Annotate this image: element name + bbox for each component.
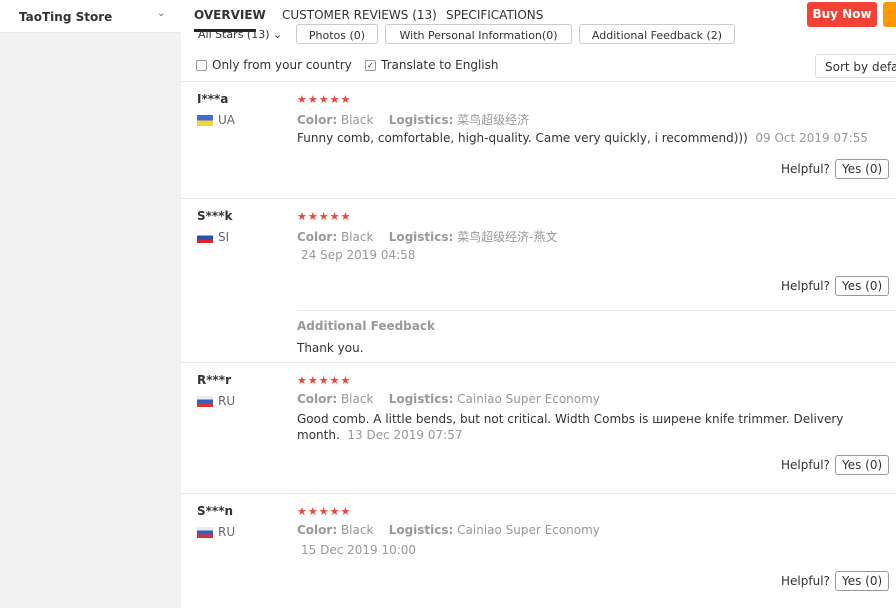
divider [181, 198, 896, 199]
helpful-yes-button[interactable]: Yes (0) [835, 276, 890, 296]
review-date: 24 Sep 2019 04:58 [301, 248, 416, 262]
only-country-checkbox[interactable] [196, 59, 207, 71]
review-date: 09 Oct 2019 07:55 [755, 131, 868, 145]
add-to-cart-button[interactable] [883, 2, 896, 27]
left-sidebar [0, 33, 181, 608]
divider [181, 81, 896, 82]
helpful-label: Helpful? [781, 162, 830, 176]
reviewer-name: S***n [197, 504, 234, 518]
translate-checkbox[interactable]: ✓ [365, 59, 376, 71]
review-meta: Color: Black Logistics: Cainiao Super Ec… [297, 392, 600, 406]
star-rating: ★★★★★ [297, 505, 352, 518]
logistics-value: Cainiao Super Economy [457, 523, 600, 537]
review-body: Funny comb, comfortable, high-quality. C… [297, 131, 748, 145]
all-stars-label: All Stars (13) [198, 28, 270, 41]
logistics-label: Logistics: [388, 523, 454, 537]
flag-icon [197, 395, 213, 407]
review-date: 13 Dec 2019 07:57 [347, 428, 463, 442]
color-value: Black [340, 230, 374, 244]
buy-now-button[interactable]: Buy Now [807, 2, 877, 27]
logistics-value: Cainiao Super Economy [457, 392, 600, 406]
additional-feedback-label: Additional Feedback [297, 319, 435, 333]
store-name: TaoTing Store [19, 10, 113, 24]
helpful-label: Helpful? [781, 458, 830, 472]
reviewer-country: SI [197, 230, 229, 244]
logistics-label: Logistics: [388, 230, 454, 244]
reviewer-country: UA [197, 113, 235, 127]
review-meta: Color: Black Logistics: Cainiao Super Ec… [297, 523, 600, 537]
color-value: Black [340, 523, 374, 537]
color-label: Color: [297, 523, 338, 537]
all-stars-filter[interactable]: All Stars (13) ⌄ [198, 28, 282, 41]
review-text: Good comb. A little bends, but not criti… [297, 411, 877, 443]
tab-overview[interactable]: OVERVIEW [194, 8, 266, 22]
flag-icon [197, 526, 213, 538]
reviewer-country: RU [197, 394, 235, 408]
color-value: Black [340, 392, 374, 406]
logistics-value: 菜鸟超级经济 [457, 113, 530, 127]
star-rating: ★★★★★ [297, 210, 352, 223]
photos-filter-button[interactable]: Photos (0) [296, 24, 378, 44]
tab-customer-reviews[interactable]: CUSTOMER REVIEWS (13) [282, 8, 437, 22]
divider [181, 362, 896, 363]
country-code: RU [218, 525, 236, 539]
star-rating: ★★★★★ [297, 374, 352, 387]
personal-info-filter-button[interactable]: With Personal Information(0) [385, 24, 572, 44]
reviewer-name: S***k [197, 209, 233, 223]
color-label: Color: [297, 113, 338, 127]
flag-icon [197, 114, 213, 126]
country-code: SI [218, 230, 230, 244]
divider [181, 493, 896, 494]
country-code: UA [218, 113, 235, 127]
chevron-down-icon: ⌄ [273, 28, 283, 41]
logistics-value: 菜鸟超级经济-燕文 [457, 230, 558, 244]
additional-feedback-text: Thank you. [297, 341, 364, 355]
helpful-label: Helpful? [781, 279, 830, 293]
helpful-yes-button[interactable]: Yes (0) [835, 159, 890, 179]
logistics-label: Logistics: [388, 392, 454, 406]
star-rating: ★★★★★ [297, 93, 352, 106]
review-text: Funny comb, comfortable, high-quality. C… [297, 130, 877, 146]
store-selector[interactable]: TaoTing Store ⌄ [0, 0, 181, 33]
color-value: Black [340, 113, 374, 127]
review-meta: Color: Black Logistics: 菜鸟超级经济 [297, 111, 529, 128]
flag-icon [197, 231, 213, 243]
helpful-label: Helpful? [781, 574, 830, 588]
review-meta: Color: Black Logistics: 菜鸟超级经济-燕文 [297, 228, 558, 245]
review-text: 15 Dec 2019 10:00 [297, 542, 881, 558]
reviewer-country: RU [197, 525, 235, 539]
helpful-yes-button[interactable]: Yes (0) [835, 455, 890, 475]
reviewer-name: R***r [197, 373, 231, 387]
chevron-down-icon: ⌄ [157, 8, 166, 19]
reviewer-name: I***a [197, 92, 229, 106]
only-country-option[interactable]: Only from your country [196, 58, 352, 72]
tab-specifications[interactable]: SPECIFICATIONS [446, 8, 543, 22]
sort-select[interactable]: Sort by default [815, 54, 896, 78]
translate-option[interactable]: ✓ Translate to English [365, 58, 499, 72]
review-text: 24 Sep 2019 04:58 [297, 247, 881, 263]
divider [297, 310, 896, 311]
only-country-label: Only from your country [212, 58, 352, 72]
country-code: RU [218, 394, 236, 408]
logistics-label: Logistics: [388, 113, 454, 127]
color-label: Color: [297, 230, 338, 244]
translate-label: Translate to English [381, 58, 499, 72]
helpful-yes-button[interactable]: Yes (0) [835, 571, 890, 591]
color-label: Color: [297, 392, 338, 406]
additional-feedback-filter-button[interactable]: Additional Feedback (2) [579, 24, 735, 44]
review-date: 15 Dec 2019 10:00 [301, 543, 417, 557]
